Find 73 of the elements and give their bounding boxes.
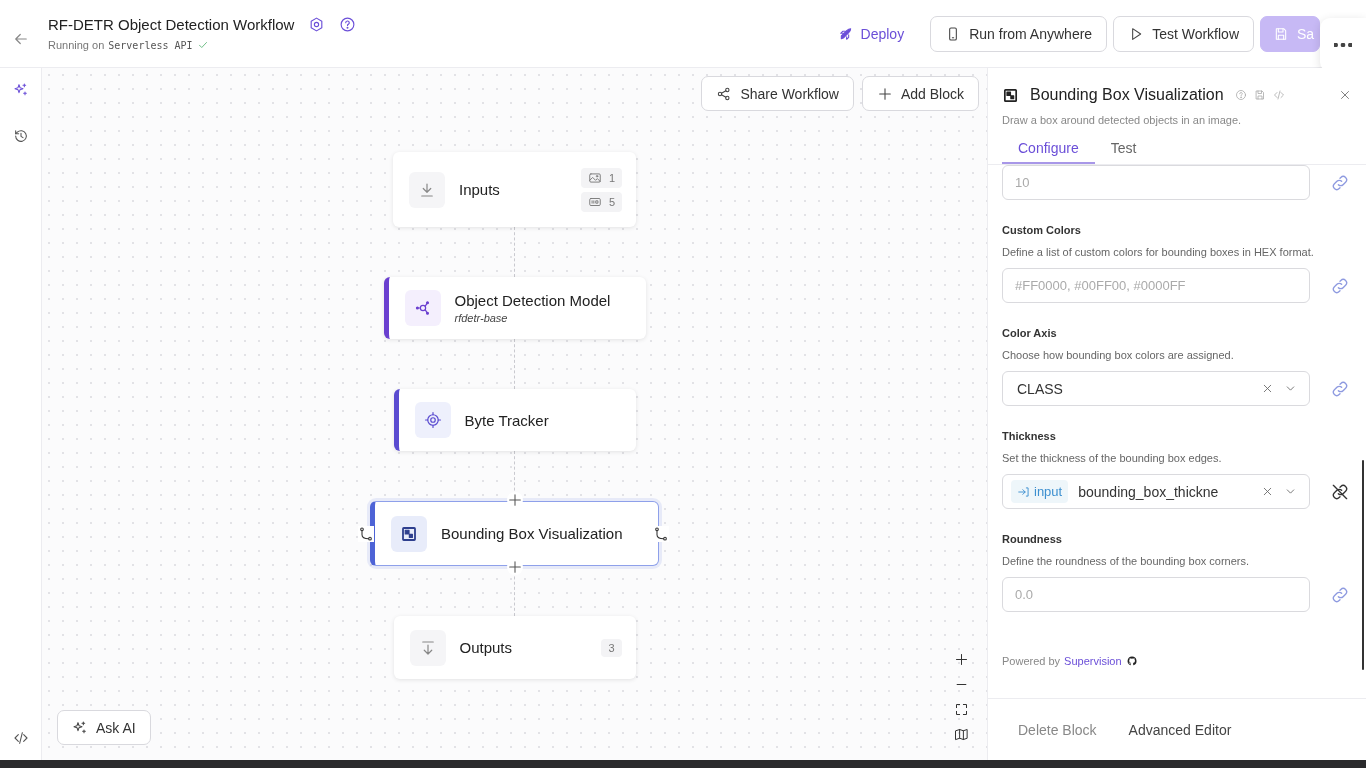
selected-value: bounding_box_thickne bbox=[1078, 483, 1219, 500]
badge-count: 5 bbox=[608, 195, 615, 208]
workflow-node[interactable]: Inputs 1 5 bbox=[393, 152, 636, 227]
node-subtitle: rfdetr-base bbox=[454, 312, 509, 324]
github-icon[interactable] bbox=[1125, 655, 1138, 667]
map-icon[interactable] bbox=[954, 727, 969, 742]
network-icon bbox=[413, 299, 432, 317]
badge-count: 3 bbox=[608, 641, 615, 654]
node-title: Inputs bbox=[459, 181, 500, 198]
zoom-in-icon[interactable] bbox=[954, 652, 969, 667]
workflow-title: RF-DETR Object Detection Workflow bbox=[48, 16, 295, 33]
close-icon[interactable] bbox=[1338, 88, 1352, 102]
rocket-icon bbox=[837, 25, 854, 42]
workflow-node[interactable]: Object Detection Model rfdetr-base bbox=[383, 277, 646, 339]
field-help: Choose how bounding box colors are assigned. bbox=[1002, 348, 1235, 363]
select-field[interactable]: input bounding_box_thickne bbox=[1002, 474, 1310, 509]
code-icon[interactable] bbox=[12, 730, 29, 746]
workflow-node[interactable]: Byte Tracker bbox=[393, 389, 636, 451]
check-icon bbox=[196, 39, 209, 51]
branch-icon[interactable] bbox=[653, 525, 669, 542]
node-title: Byte Tracker bbox=[464, 411, 549, 429]
run-anywhere-button[interactable]: Run from Anywhere bbox=[930, 15, 1108, 52]
add-step-icon[interactable] bbox=[506, 492, 523, 508]
deploy-button[interactable]: Deploy bbox=[823, 25, 919, 42]
more-icon bbox=[1334, 43, 1352, 47]
select-field[interactable]: CLASS bbox=[1002, 371, 1310, 406]
text-field[interactable]: 0.0 bbox=[1002, 577, 1310, 612]
status-label: Running on bbox=[48, 39, 105, 51]
panel-tab[interactable]: Test bbox=[1094, 136, 1153, 164]
fit-view-icon[interactable] bbox=[954, 702, 969, 717]
panel-description: Draw a box around detected objects in an image. bbox=[1001, 113, 1243, 126]
badge-count: 1 bbox=[608, 171, 615, 184]
target-icon bbox=[423, 411, 442, 429]
text-field[interactable]: #FF0000, #00FF00, #0000FF bbox=[1002, 268, 1310, 303]
test-workflow-button[interactable]: Test Workflow bbox=[1113, 15, 1254, 52]
supervision-link[interactable]: Supervision bbox=[1064, 655, 1122, 667]
powered-by-label: Powered by bbox=[1002, 655, 1061, 667]
advanced-editor-button[interactable]: Advanced Editor bbox=[1116, 715, 1244, 744]
sparkle-icon[interactable] bbox=[12, 82, 29, 98]
node-title: Bounding Box Visualization bbox=[441, 525, 623, 542]
text-field[interactable]: 10 bbox=[1002, 165, 1310, 200]
node-title: Outputs bbox=[459, 639, 513, 656]
clear-icon[interactable] bbox=[1261, 485, 1274, 498]
selected-value: CLASS bbox=[1017, 380, 1063, 397]
field-help: Define the roundness of the bounding box corners. bbox=[1002, 554, 1251, 569]
plus-icon bbox=[876, 85, 893, 102]
input-tag: input bbox=[1011, 480, 1069, 503]
enter-icon bbox=[1017, 484, 1031, 499]
history-icon[interactable] bbox=[12, 128, 29, 144]
panel-title: Bounding Box Visualization bbox=[1030, 86, 1224, 104]
branch-icon[interactable] bbox=[358, 525, 374, 542]
sparkle-icon bbox=[72, 719, 88, 736]
workflow-node[interactable]: Outputs 3 bbox=[393, 616, 636, 679]
image-icon bbox=[587, 170, 602, 185]
save-icon bbox=[1273, 25, 1289, 42]
field-help: Define a list of custom colors for bounding boxes in HEX format. bbox=[1002, 245, 1315, 260]
image-box-icon bbox=[1002, 86, 1019, 104]
clear-icon[interactable] bbox=[1261, 382, 1274, 395]
field-help: Set the thickness of the bounding box edges. bbox=[1002, 451, 1223, 466]
workflow-node[interactable]: Bounding Box Visualization bbox=[370, 501, 659, 566]
add-block-button[interactable]: Add Block bbox=[861, 76, 979, 111]
field-label: Roundness bbox=[1002, 533, 1063, 545]
field-label: Custom Colors bbox=[1002, 224, 1082, 236]
share-workflow-button[interactable]: Share Workflow bbox=[701, 76, 854, 111]
help-icon[interactable] bbox=[339, 16, 357, 33]
field-label: Color Axis bbox=[1002, 327, 1058, 339]
image-box-icon bbox=[400, 524, 418, 543]
scrollbar[interactable] bbox=[1362, 460, 1364, 670]
ask-ai-button[interactable]: Ask AI bbox=[57, 710, 151, 745]
field-label: Thickness bbox=[1002, 430, 1057, 442]
runtime-name: Serverless API bbox=[108, 39, 193, 51]
node-title: Object Detection Model bbox=[454, 292, 611, 309]
delete-block-button[interactable]: Delete Block bbox=[1006, 715, 1109, 744]
